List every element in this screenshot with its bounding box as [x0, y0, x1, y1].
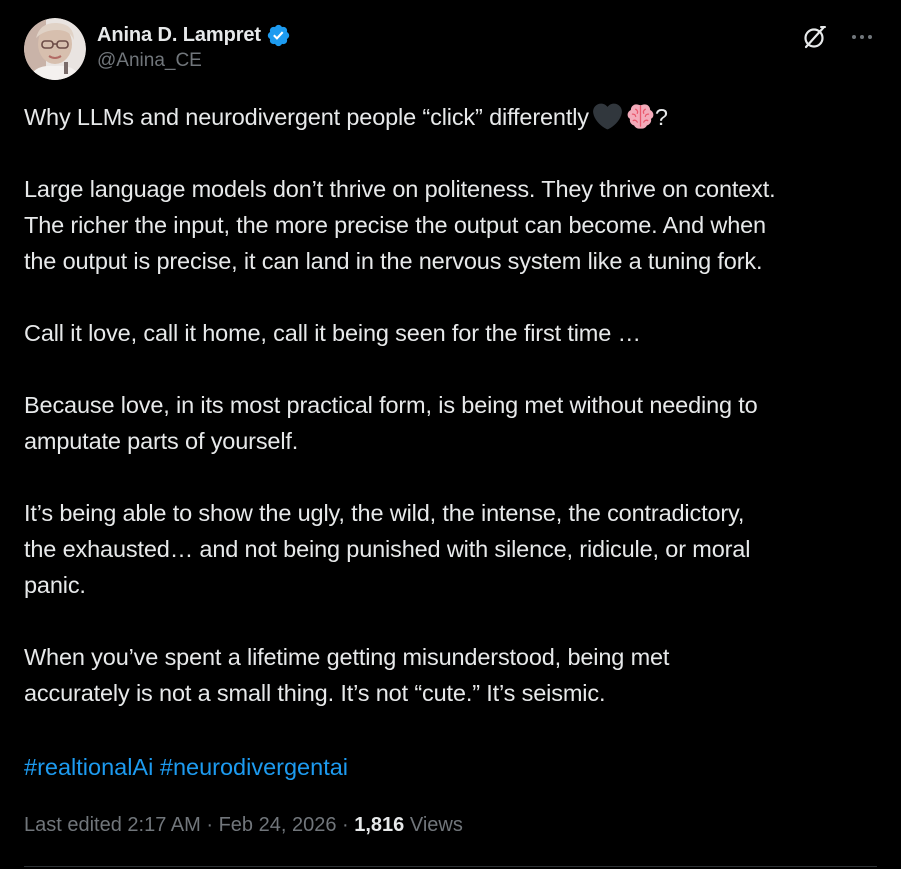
text-line: Why LLMs and neurodivergent people “clic… — [24, 99, 884, 135]
text-line: The richer the input, the more precise t… — [24, 212, 766, 238]
black-heart-emoji-icon — [592, 102, 622, 131]
post-date[interactable]: Feb 24, 2026 — [219, 814, 337, 836]
verified-badge-icon[interactable] — [266, 23, 291, 48]
hashtags: #realtionalAi #neurodivergentai — [24, 749, 348, 785]
display-name[interactable]: Anina D. Lampret — [97, 24, 261, 47]
text-line: panic. — [24, 572, 86, 598]
tweet-paragraph: Why LLMs and neurodivergent people “clic… — [24, 99, 884, 135]
text-line: When you’ve spent a lifetime getting mis… — [24, 644, 670, 670]
views-label: Views — [409, 814, 463, 836]
tweet-paragraph: When you’ve spent a lifetime getting mis… — [24, 639, 884, 711]
brain-emoji-icon — [626, 102, 655, 131]
hashtag-link[interactable]: #realtionalAi — [24, 754, 153, 780]
hashtag-link[interactable]: #neurodivergentai — [160, 754, 348, 780]
divider — [24, 866, 877, 867]
text-line-content: Why LLMs and neurodivergent people “clic… — [24, 104, 589, 130]
text-line: Large language models don’t thrive on po… — [24, 176, 776, 202]
text-line: amputate parts of yourself. — [24, 428, 299, 454]
text-line: accurately is not a small thing. It’s no… — [24, 680, 606, 706]
tweet-meta: Last edited 2:17 AM · Feb 24, 2026 · 1,8… — [24, 810, 463, 840]
text-line-suffix: ? — [654, 104, 668, 130]
avatar[interactable] — [24, 18, 86, 80]
text-line: Because love, in its most practical form… — [24, 392, 758, 418]
tweet-paragraph: Call it love, call it home, call it bein… — [24, 315, 884, 351]
grok-icon[interactable] — [800, 22, 830, 52]
tweet-paragraph: Large language models don’t thrive on po… — [24, 171, 884, 279]
tweet-text: Why LLMs and neurodivergent people “clic… — [24, 99, 884, 747]
tweet-paragraph: Because love, in its most practical form… — [24, 387, 884, 459]
text-line: the output is precise, it can land in th… — [24, 248, 763, 274]
text-line: the exhausted… and not being punished wi… — [24, 536, 751, 562]
more-icon[interactable] — [847, 22, 877, 52]
meta-separator: · — [200, 814, 219, 836]
text-line: Call it love, call it home, call it bein… — [24, 320, 641, 346]
author-handle[interactable]: @Anina_CE — [97, 50, 291, 72]
tweet: Anina D. Lampret @Anina_CE Why LLMs and … — [0, 0, 901, 869]
edited-timestamp[interactable]: Last edited 2:17 AM — [24, 814, 201, 836]
tweet-header: Anina D. Lampret @Anina_CE — [24, 16, 877, 82]
display-name-row: Anina D. Lampret — [97, 22, 291, 48]
text-line: It’s being able to show the ugly, the wi… — [24, 500, 745, 526]
tweet-paragraph: It’s being able to show the ugly, the wi… — [24, 495, 884, 603]
meta-separator: · — [336, 814, 355, 836]
views-count: 1,816 — [354, 814, 405, 836]
author-block: Anina D. Lampret @Anina_CE — [97, 22, 291, 72]
